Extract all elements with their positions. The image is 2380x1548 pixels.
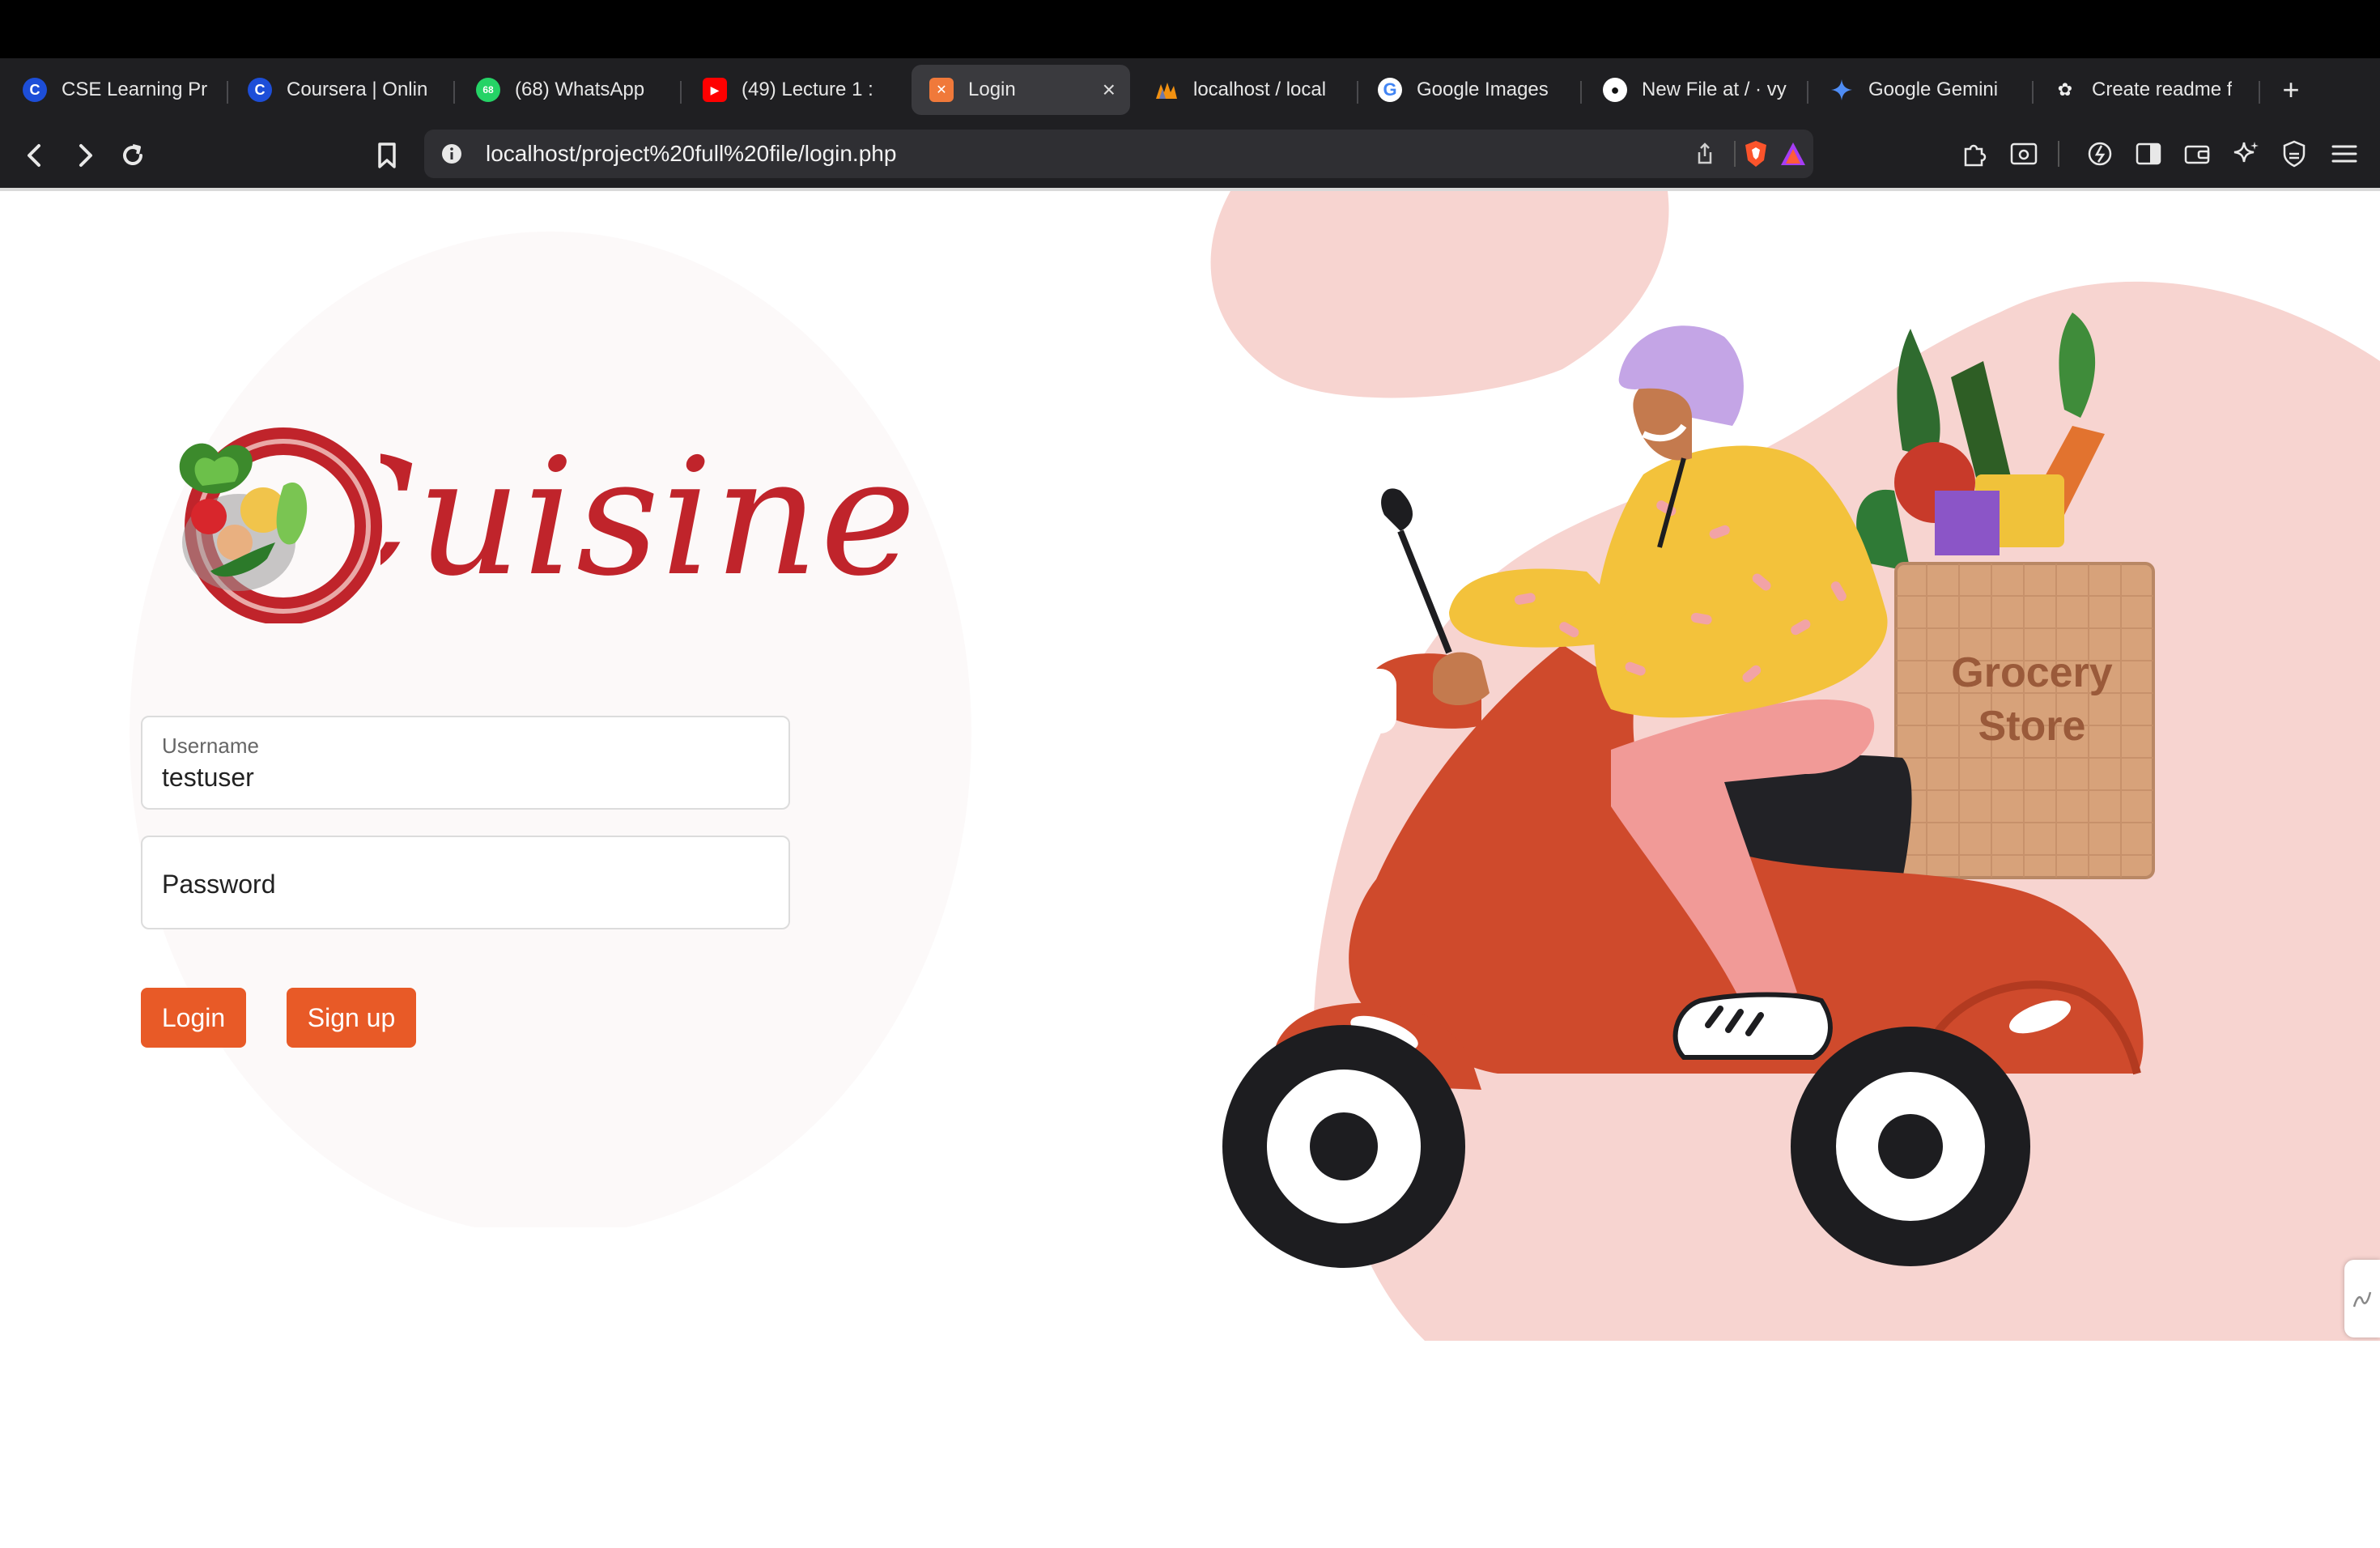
tab-google-images[interactable]: G Google Images [1378,65,1566,115]
close-tab-icon[interactable]: × [1103,77,1116,103]
scooter-mirror [1381,488,1413,531]
url-text[interactable]: localhost/project%20full%20file/login.ph… [486,141,896,167]
ai-sparkle-icon[interactable] [2229,138,2262,170]
delivery-scooter-illustration: Grocery Store [1210,191,2380,1341]
new-tab-button[interactable]: + [2275,65,2307,115]
coursera-icon: C [248,78,272,102]
tab-cse-learning[interactable]: C CSE Learning Pr [23,65,215,115]
vpn-shield-icon[interactable] [2278,138,2310,170]
front-wheel [1222,1025,1465,1268]
coursera-icon: C [23,78,47,102]
back-icon[interactable] [18,138,53,173]
back-wheel [1791,1027,2030,1266]
tab-whatsapp[interactable]: 68 (68) WhatsApp [476,65,678,115]
signup-button[interactable]: Sign up [287,988,416,1048]
github-icon: ● [1603,78,1627,102]
username-input[interactable]: testuser [162,763,254,793]
site-info-icon[interactable] [439,141,465,167]
wave-icon [2352,1291,2372,1308]
logo-text: Cuisine [291,423,918,612]
extensions-icon[interactable] [1959,138,1991,170]
whatsapp-icon: 68 [476,78,500,102]
logo-wordmark: CCuisine [316,437,916,599]
plus-icon: + [2282,73,2300,106]
browser-toolbar: localhost/project%20full%20file/login.ph… [0,123,2380,191]
bookmark-icon[interactable] [369,138,405,173]
sidebar-icon[interactable] [2132,138,2165,170]
side-panel-handle[interactable] [2344,1260,2380,1337]
pink-blob-top [1210,191,1669,398]
xampp-icon: ✕ [929,78,954,102]
login-button[interactable]: Login [141,988,246,1048]
gemini-icon [1830,78,1854,102]
password-field[interactable]: Password [141,836,790,929]
menu-icon[interactable] [2328,138,2361,170]
username-label: Username [162,734,259,758]
tab-github[interactable]: ● New File at / · vy [1603,65,1791,115]
phpmyadmin-icon [1154,78,1179,102]
tab-login[interactable]: ✕ Login × [912,65,1130,115]
brave-shields-icon[interactable] [1742,139,1770,168]
tab-coursera[interactable]: C Coursera | Onlin [248,65,439,115]
leo-icon[interactable] [2084,138,2116,170]
window-top-bar [0,0,2380,58]
reload-icon[interactable] [115,138,151,173]
tab-phpmyadmin[interactable]: localhost / local [1154,65,1342,115]
forward-icon[interactable] [66,138,102,173]
address-bar[interactable]: localhost/project%20full%20file/login.ph… [424,130,1813,178]
tab-youtube-lecture[interactable]: ▶ (49) Lecture 1 : [703,65,882,115]
tab-strip: C CSE Learning Pr C Coursera | Onlin 68 … [0,58,2380,123]
share-icon[interactable] [1692,141,1718,167]
tab-create-readme[interactable]: ✿ Create readme f [2053,65,2244,115]
bag-text-line1: Grocery [1951,649,2113,696]
openai-icon: ✿ [2057,79,2073,100]
youtube-icon: ▶ [703,78,727,102]
wallet-icon[interactable] [2181,138,2213,170]
reader-mode-icon[interactable] [2008,138,2040,170]
cuisine-logo: CCuisine [154,421,916,623]
username-field[interactable]: Username testuser [141,716,790,810]
bag-text-line2: Store [1978,703,2086,750]
tab-google-gemini[interactable]: Google Gemini [1830,65,2017,115]
brave-rewards-icon[interactable] [1779,141,1807,167]
password-input[interactable]: Password [162,870,276,899]
google-icon: G [1378,78,1402,102]
